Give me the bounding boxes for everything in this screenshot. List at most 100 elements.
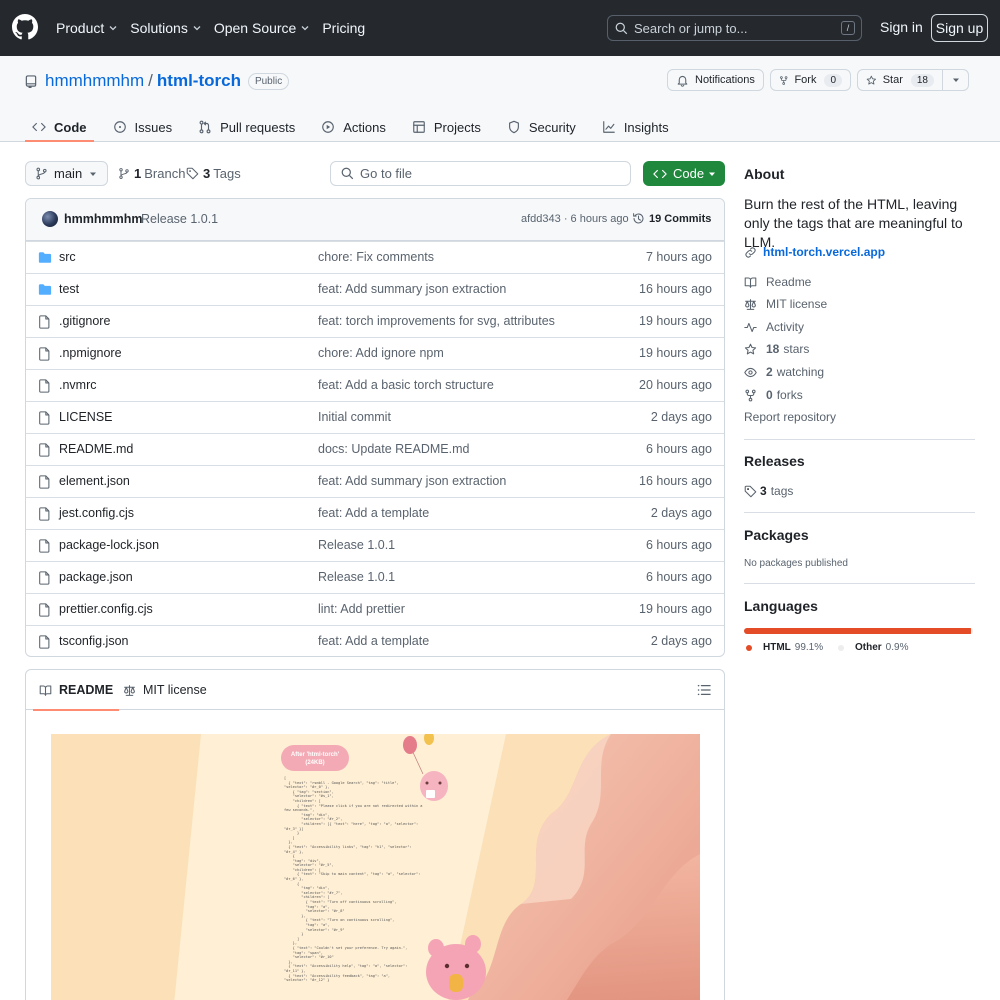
readme-link[interactable]: Readme (744, 275, 811, 289)
readme-hero-image: After 'html-torch' (24KB) [ { "text": "r… (51, 734, 700, 1000)
code-dropdown-button[interactable]: Code (643, 161, 725, 186)
file-commit-message-link[interactable]: feat: torch improvements for svg, attrib… (318, 314, 555, 328)
tab-pull-requests[interactable]: Pull requests (191, 112, 302, 142)
file-name-link[interactable]: README.md (59, 442, 133, 456)
file-commit-message-link[interactable]: docs: Update README.md (318, 442, 469, 456)
avatar[interactable] (42, 211, 58, 227)
commit-hash-time[interactable]: afdd343 · 6 hours ago (521, 213, 629, 225)
watchers-link[interactable]: 2 watching (744, 365, 824, 379)
file-commit-time: 7 hours ago (645, 250, 712, 264)
file-icon (39, 411, 50, 425)
file-commit-message-link[interactable]: feat: Add summary json extraction (318, 282, 506, 296)
forks-link[interactable]: 0 forks (744, 388, 803, 402)
nav-open-source[interactable]: Open Source (214, 20, 311, 36)
file-icon (38, 571, 51, 585)
language-other[interactable]: Other 0.9% (838, 642, 908, 653)
file-name-link[interactable]: src (59, 250, 76, 264)
languages-heading: Languages (744, 598, 818, 614)
sign-in-link[interactable]: Sign in (880, 19, 923, 35)
search-placeholder: Search or jump to... (634, 20, 748, 36)
tab-license-label: MIT license (143, 683, 207, 697)
book-icon (744, 277, 757, 288)
watching-count: 2 (766, 365, 773, 379)
tags-link[interactable]: 3 Tags (186, 166, 241, 181)
file-commit-time: 16 hours ago (639, 282, 712, 296)
tab-projects[interactable]: Projects (405, 112, 488, 142)
nav-pricing-label: Pricing (322, 20, 366, 36)
packages-heading[interactable]: Packages (744, 527, 809, 543)
file-commit-message-link[interactable]: Initial commit (318, 410, 391, 424)
global-search-input[interactable]: Search or jump to... / (607, 15, 862, 41)
language-html[interactable]: HTML 99.1% (746, 642, 823, 653)
stars-count: 18 (766, 342, 780, 356)
chevron-down-icon (109, 26, 117, 31)
tab-license[interactable]: MIT license (123, 670, 207, 710)
tab-actions[interactable]: Actions (314, 112, 393, 142)
website-link[interactable]: html-torch.vercel.app (744, 245, 885, 259)
license-link[interactable]: MIT license (744, 297, 827, 311)
tab-insights[interactable]: Insights (595, 112, 676, 142)
file-commit-message-link[interactable]: feat: Add a basic torch structure (318, 378, 494, 392)
language-percent: 99.1% (794, 642, 824, 653)
file-name-link[interactable]: .gitignore (59, 314, 110, 328)
stars-link[interactable]: 18 stars (744, 342, 809, 356)
code-icon (653, 169, 667, 178)
file-commit-message-link[interactable]: Release 1.0.1 (318, 570, 395, 584)
github-logo-icon[interactable] (12, 14, 38, 40)
file-commit-message-link[interactable]: chore: Add ignore npm (318, 346, 444, 360)
file-name-link[interactable]: LICENSE (59, 410, 113, 424)
file-commit-time: 19 hours ago (639, 346, 712, 360)
star-lists-dropdown[interactable] (942, 69, 969, 91)
commits-history-link[interactable]: 19 Commits (632, 212, 711, 225)
file-commit-message-link[interactable]: Release 1.0.1 (318, 538, 395, 552)
branches-link[interactable]: 1 Branch (118, 166, 185, 181)
file-name-link[interactable]: .nvmrc (59, 378, 97, 392)
file-name-link[interactable]: jest.config.cjs (59, 506, 134, 520)
releases-heading[interactable]: Releases (744, 453, 805, 469)
tab-security[interactable]: Security (500, 112, 583, 142)
nav-pricing[interactable]: Pricing (322, 20, 365, 36)
list-unordered-icon[interactable] (697, 683, 711, 697)
commit-author-link[interactable]: hmmhmmhm (64, 212, 142, 226)
folder-icon (38, 252, 52, 263)
star-button[interactable]: Star 18 (857, 69, 943, 91)
file-commit-message-link[interactable]: feat: Add a template (318, 634, 429, 648)
tag-count: 3 (203, 166, 211, 181)
file-commit-message-link[interactable]: lint: Add prettier (318, 602, 405, 616)
branch-select-button[interactable]: main (25, 161, 108, 186)
tab-readme[interactable]: README (32, 670, 120, 711)
repo-name-link[interactable]: html-torch (157, 71, 241, 91)
nav-product[interactable]: Product (56, 20, 118, 36)
commit-message-link[interactable]: Release 1.0.1 (141, 212, 218, 226)
report-repository-link[interactable]: Report repository (744, 410, 836, 424)
fork-button[interactable]: Fork 0 (770, 69, 851, 91)
language-name: HTML (763, 642, 791, 653)
release-tags-link[interactable]: 3 tags (744, 484, 793, 498)
file-commit-message-link[interactable]: chore: Fix comments (318, 250, 434, 264)
file-name-link[interactable]: package.json (59, 570, 133, 584)
notifications-button[interactable]: Notifications (667, 69, 764, 91)
file-commit-message-link[interactable]: feat: Add summary json extraction (318, 474, 506, 488)
file-name-link[interactable]: test (59, 282, 79, 296)
tab-issues[interactable]: Issues (106, 112, 180, 142)
tab-code[interactable]: Code (25, 112, 94, 142)
repo-title: hmmhmmhm / html-torch Public (25, 71, 290, 91)
file-name-link[interactable]: prettier.config.cjs (59, 602, 153, 616)
fork-icon (745, 389, 756, 401)
activity-link[interactable]: Activity (744, 320, 804, 334)
link-icon (745, 246, 756, 258)
file-name-link[interactable]: element.json (59, 474, 130, 488)
pulse-icon (744, 322, 757, 332)
repo-header: hmmhmmhm / html-torch Public Notificatio… (0, 56, 1000, 142)
file-commit-message-link[interactable]: feat: Add a template (318, 506, 429, 520)
nav-solutions[interactable]: Solutions (130, 20, 202, 36)
file-name-link[interactable]: tsconfig.json (59, 634, 128, 648)
sign-up-button[interactable]: Sign up (931, 14, 988, 42)
file-name-link[interactable]: package-lock.json (59, 538, 159, 552)
go-to-file-input[interactable]: Go to file (330, 161, 631, 186)
hero-pill-title: After 'html-torch' (290, 752, 340, 758)
repo-owner-link[interactable]: hmmhmmhm (45, 71, 144, 91)
file-name-link[interactable]: .npmignore (59, 346, 122, 360)
file-commit-time: 19 hours ago (639, 314, 712, 328)
hero-json-output: [ { "text": "rsmbll - Google Search", "t… (284, 776, 423, 983)
